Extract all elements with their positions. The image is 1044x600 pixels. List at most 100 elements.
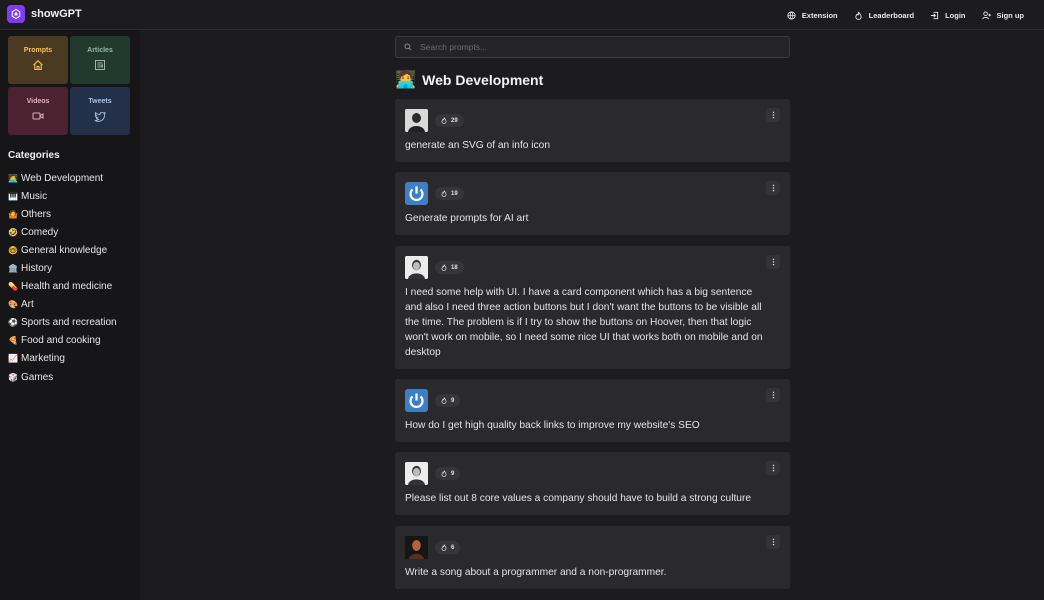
- nav-signup-label: Sign up: [996, 10, 1025, 20]
- prompt-card[interactable]: 9 How do I get high quality back links t…: [395, 379, 790, 442]
- tile-tweets-label: Tweets: [88, 98, 112, 105]
- likes-count: 29: [451, 117, 458, 124]
- category-general-knowledge[interactable]: 🤓 General knowledge: [8, 241, 117, 259]
- newspaper-icon: [95, 60, 105, 70]
- category-art[interactable]: 🎨 Art: [8, 296, 117, 314]
- kebab-icon: [772, 391, 774, 399]
- category-label: Health and medicine: [21, 281, 113, 293]
- category-history[interactable]: 🏛️ History: [8, 259, 117, 277]
- search-icon: [404, 43, 412, 51]
- globe-icon: [787, 10, 796, 20]
- category-sports-and-recreation[interactable]: ⚽ Sports and recreation: [8, 314, 117, 332]
- video-icon: [32, 112, 44, 120]
- more-menu-button[interactable]: [766, 461, 780, 475]
- prompt-card[interactable]: 6 Write a song about a programmer and a …: [395, 526, 790, 589]
- app-name[interactable]: showGPT: [31, 8, 82, 20]
- likes-count: 9: [451, 470, 455, 477]
- prompt-card[interactable]: 19 Generate prompts for AI art: [395, 172, 790, 235]
- more-menu-button[interactable]: [766, 108, 780, 122]
- likes-count: 18: [451, 264, 458, 271]
- category-emoji: 🎹: [8, 191, 18, 201]
- category-emoji: ⚽: [8, 318, 18, 328]
- category-label: Music: [21, 190, 48, 202]
- category-others[interactable]: 🤷 Others: [8, 205, 117, 223]
- nav-login[interactable]: Login: [930, 11, 966, 20]
- tile-articles[interactable]: Articles: [70, 36, 130, 84]
- category-label: Marketing: [21, 353, 65, 365]
- tile-tweets[interactable]: Tweets: [70, 87, 130, 135]
- search-input[interactable]: [420, 42, 770, 52]
- prompt-card[interactable]: 9 Please list out 8 core values a compan…: [395, 452, 790, 515]
- likes-badge[interactable]: 18: [435, 261, 464, 274]
- likes-badge[interactable]: 9: [435, 467, 461, 480]
- likes-count: 6: [451, 544, 455, 551]
- home-icon: [33, 60, 43, 71]
- category-health-and-medicine[interactable]: 💊 Health and medicine: [8, 278, 117, 296]
- prompt-text: I need some help with UI. I have a card …: [405, 287, 763, 358]
- category-label: Others: [21, 208, 52, 220]
- page-title-emoji: 🧑‍💻: [395, 70, 417, 89]
- avatar[interactable]: [405, 109, 428, 132]
- category-label: Sports and recreation: [21, 317, 117, 329]
- prompt-card[interactable]: 29 generate an SVG of an info icon: [395, 99, 790, 162]
- nav-leaderboard-label: Leaderboard: [868, 10, 915, 20]
- top-bar: showGPT Extension Leaderboard Login Sign…: [0, 0, 1044, 30]
- category-music[interactable]: 🎹 Music: [8, 187, 117, 205]
- flame-icon: [441, 190, 447, 197]
- prompt-text: Please list out 8 core values a company …: [405, 493, 752, 504]
- category-comedy[interactable]: 🤣 Comedy: [8, 223, 117, 241]
- tile-articles-label: Articles: [87, 47, 113, 54]
- category-emoji: 🍕: [8, 336, 18, 346]
- avatar[interactable]: [405, 462, 428, 485]
- page-heading: 🧑‍💻 Web Development: [395, 70, 543, 90]
- nav-extension[interactable]: Extension: [787, 11, 838, 20]
- avatar[interactable]: [405, 536, 428, 559]
- prompt-text: How do I get high quality back links to …: [405, 420, 700, 431]
- tile-videos-label: Videos: [26, 98, 50, 105]
- avatar[interactable]: [405, 256, 428, 279]
- user-plus-icon: [981, 10, 991, 19]
- more-menu-button[interactable]: [766, 388, 780, 402]
- category-emoji: 🧑‍💻: [8, 173, 18, 183]
- more-menu-button[interactable]: [766, 255, 780, 269]
- nav-leaderboard[interactable]: Leaderboard: [854, 11, 914, 20]
- category-label: Food and cooking: [21, 335, 101, 347]
- logo-icon[interactable]: [7, 5, 25, 23]
- avatar[interactable]: [405, 182, 428, 205]
- likes-count: 19: [451, 190, 458, 197]
- category-web-development[interactable]: 🧑‍💻 Web Development: [8, 169, 117, 187]
- tile-prompts[interactable]: Prompts: [8, 36, 68, 84]
- likes-badge[interactable]: 9: [435, 394, 461, 407]
- section-tiles: Prompts Articles Videos Tweets: [8, 36, 131, 136]
- page-title: Web Development: [422, 72, 544, 88]
- twitter-icon: [94, 111, 106, 122]
- kebab-icon: [772, 258, 774, 266]
- kebab-icon: [772, 184, 774, 192]
- flame-icon: [441, 117, 447, 124]
- avatar[interactable]: [405, 389, 428, 412]
- prompt-text: generate an SVG of an info icon: [405, 140, 550, 151]
- category-emoji: 🎲: [8, 372, 18, 382]
- category-label: Web Development: [21, 172, 104, 184]
- categories-list: 🧑‍💻 Web Development 🎹 Music 🤷 Others 🤣 Comed…: [8, 169, 117, 386]
- flame-icon: [441, 264, 447, 271]
- category-marketing[interactable]: 📈 Marketing: [8, 350, 117, 368]
- likes-badge[interactable]: 6: [435, 541, 461, 554]
- prompt-card[interactable]: 18 I need some help with UI. I have a ca…: [395, 246, 790, 369]
- more-menu-button[interactable]: [766, 535, 780, 549]
- category-games[interactable]: 🎲 Games: [8, 368, 117, 386]
- category-emoji: 💊: [8, 282, 18, 292]
- tile-videos[interactable]: Videos: [8, 87, 68, 135]
- category-food-and-cooking[interactable]: 🍕 Food and cooking: [8, 332, 117, 350]
- likes-badge[interactable]: 19: [435, 187, 464, 200]
- category-label: Games: [21, 371, 54, 383]
- more-menu-button[interactable]: [766, 181, 780, 195]
- prompt-text: Generate prompts for AI art: [405, 213, 529, 224]
- login-icon: [930, 11, 939, 19]
- search-bar[interactable]: [395, 36, 790, 58]
- tile-prompts-label: Prompts: [23, 47, 53, 54]
- likes-badge[interactable]: 29: [435, 114, 464, 127]
- prompt-text: Write a song about a programmer and a no…: [405, 567, 667, 578]
- category-label: General knowledge: [21, 244, 108, 256]
- nav-signup[interactable]: Sign up: [981, 10, 1025, 20]
